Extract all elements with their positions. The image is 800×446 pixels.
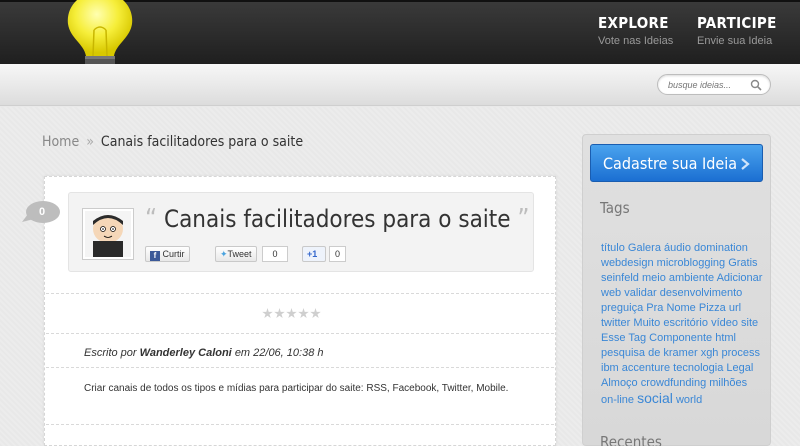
tags-heading: Tags	[600, 199, 630, 217]
tag-link[interactable]: Almoço	[601, 377, 638, 389]
tag-link[interactable]: vídeo	[711, 317, 738, 329]
tweet-count: 0	[262, 246, 288, 262]
tag-link[interactable]: crowdfunding	[641, 377, 706, 389]
tag-link[interactable]: twitter	[601, 317, 630, 329]
tag-link[interactable]: pesquisa de	[601, 347, 660, 359]
divider	[46, 367, 554, 368]
tag-link[interactable]: meio ambiente	[642, 272, 714, 284]
open-quote: “	[145, 204, 158, 234]
tag-link[interactable]: Tag	[628, 332, 646, 344]
nav-participe-title[interactable]: PARTICIPE	[697, 14, 777, 32]
tag-link[interactable]: áudio	[664, 242, 691, 254]
tag-link[interactable]: preguiça	[601, 302, 643, 314]
search-box[interactable]	[657, 74, 771, 95]
tag-link[interactable]: on-line	[601, 394, 634, 406]
tag-link[interactable]: tecnologia	[673, 362, 723, 374]
recent-heading: Recentes	[600, 433, 662, 446]
tag-link[interactable]: html	[715, 332, 736, 344]
post-body: Criar canais de todos os tipos e mídias …	[84, 383, 509, 394]
rating-star-icon[interactable]	[310, 308, 321, 319]
breadcrumb-home-link[interactable]: Home	[42, 134, 79, 150]
tag-link[interactable]: social	[637, 390, 673, 406]
tag-link[interactable]: kramer	[663, 347, 697, 359]
nav-explore[interactable]: EXPLORE Vote nas Ideias	[598, 14, 673, 47]
facebook-like-button[interactable]: f Curtir	[145, 246, 190, 262]
tag-link[interactable]: Legal	[726, 362, 753, 374]
chevron-right-icon	[741, 158, 750, 170]
post-title: “ Canais facilitadores para o saite ”	[145, 204, 530, 234]
plusone-count: 0	[329, 246, 346, 262]
nav-participe-subtitle[interactable]: Envie sua Ideia	[697, 35, 777, 47]
author-name[interactable]: Wanderley Caloni	[140, 347, 232, 359]
facebook-icon: f	[150, 251, 160, 261]
avatar-cartoon-icon	[85, 211, 131, 257]
tag-link[interactable]: título	[601, 242, 625, 254]
rating-star-icon[interactable]	[298, 308, 309, 319]
comment-count-bubble[interactable]: 0	[22, 200, 62, 228]
tag-link[interactable]: Muito	[633, 317, 660, 329]
tag-link[interactable]: Adicionar	[717, 272, 763, 284]
tag-link[interactable]: Galera	[628, 242, 661, 254]
byline-date: em 22/06, 10:38 h	[234, 347, 324, 359]
author-avatar[interactable]	[82, 208, 134, 260]
tag-link[interactable]: Componente	[649, 332, 712, 344]
tag-link[interactable]: site	[741, 317, 758, 329]
tag-link[interactable]: Esse	[601, 332, 625, 344]
rating-star-icon[interactable]	[274, 308, 285, 319]
tag-link[interactable]: Pizza	[699, 302, 726, 314]
cadastre-ideia-button[interactable]: Cadastre sua Ideia	[590, 144, 763, 182]
breadcrumb-current: Canais facilitadores para o saite	[100, 134, 304, 150]
plusone-label: +1	[307, 249, 318, 259]
tweet-label: Tweet	[227, 249, 252, 259]
tag-link[interactable]: Pra	[646, 302, 663, 314]
tag-cloud: título Galera áudio domination webdesign…	[601, 241, 763, 408]
rating-star-icon[interactable]	[262, 308, 273, 319]
tag-link[interactable]: web	[601, 287, 621, 299]
tweet-button[interactable]: ✦Tweet	[215, 246, 257, 262]
search-icon[interactable]	[750, 79, 762, 91]
tag-link[interactable]: xgh	[701, 347, 719, 359]
cta-label: Cadastre sua Ideia	[603, 154, 738, 173]
tag-link[interactable]: domination	[694, 242, 748, 254]
google-plusone-button[interactable]: +1	[302, 246, 326, 262]
nav-explore-subtitle[interactable]: Vote nas Ideias	[598, 35, 673, 47]
tag-link[interactable]: seinfeld	[601, 272, 639, 284]
tag-link[interactable]: validar	[624, 287, 656, 299]
breadcrumb-separator: »	[86, 134, 94, 150]
tag-link[interactable]: desenvolvimento	[660, 287, 743, 299]
breadcrumb: Home » Canais facilitadores para o saite	[42, 134, 303, 150]
divider	[46, 424, 554, 425]
tag-link[interactable]: webdesign	[601, 257, 654, 269]
tag-link[interactable]: accenture	[622, 362, 670, 374]
close-quote: ”	[517, 204, 530, 234]
tag-link[interactable]: Gratis	[728, 257, 757, 269]
byline-prefix: Escrito por	[84, 347, 137, 359]
tag-link[interactable]: Nome	[666, 302, 695, 314]
tag-link[interactable]: ibm	[601, 362, 619, 374]
tag-link[interactable]: world	[676, 394, 702, 406]
tag-link[interactable]: milhões	[709, 377, 747, 389]
divider	[46, 333, 554, 334]
twitter-bird-icon: ✦	[220, 249, 228, 259]
tag-link[interactable]: url	[729, 302, 741, 314]
comment-count: 0	[38, 206, 46, 218]
search-input[interactable]	[668, 78, 752, 92]
rating-star-icon[interactable]	[286, 308, 297, 319]
post-title-text: Canais facilitadores para o saite	[163, 205, 511, 233]
tag-link[interactable]: process	[722, 347, 761, 359]
tag-link[interactable]: microblogging	[657, 257, 725, 269]
divider	[46, 293, 554, 294]
nav-explore-title[interactable]: EXPLORE	[598, 14, 673, 32]
rating-stars[interactable]	[262, 306, 322, 324]
facebook-like-label: Curtir	[162, 249, 185, 259]
post-byline: Escrito por Wanderley Caloni em 22/06, 1…	[84, 347, 324, 359]
nav-participe[interactable]: PARTICIPE Envie sua Ideia	[697, 14, 777, 47]
tag-link[interactable]: escritório	[663, 317, 708, 329]
